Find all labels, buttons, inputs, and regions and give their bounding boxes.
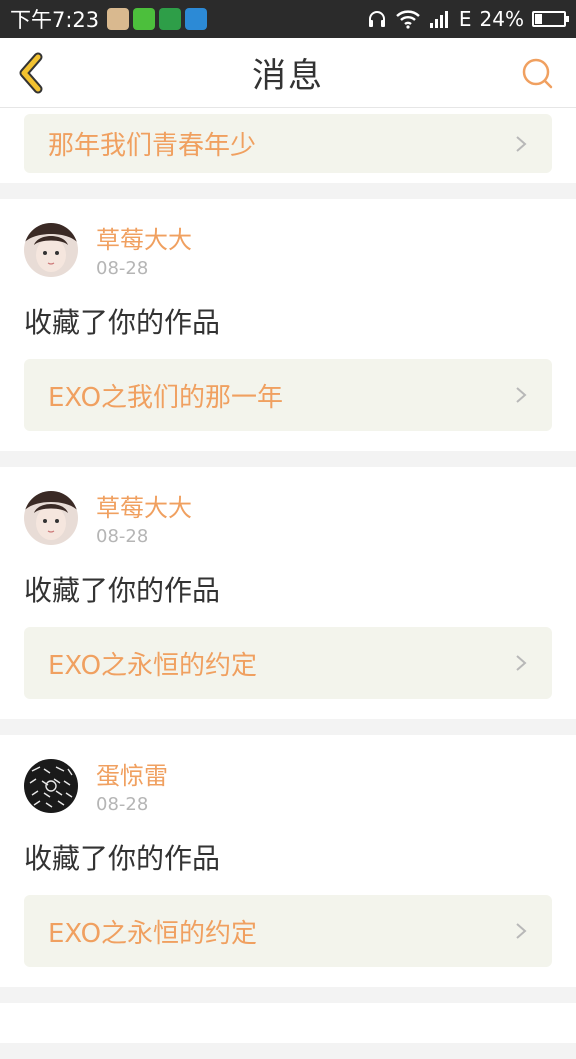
- user-name[interactable]: 草莓大大: [96, 493, 192, 523]
- signal-icon: [429, 11, 448, 28]
- work-link[interactable]: 那年我们青春年少: [24, 114, 552, 173]
- headphones-icon: [368, 11, 385, 27]
- search-icon: [522, 58, 553, 89]
- battery-icon: [532, 11, 569, 27]
- message-card: 那年我们青春年少: [0, 108, 576, 183]
- action-text: 收藏了你的作品: [24, 842, 221, 875]
- page-title: 消息: [252, 56, 324, 96]
- wifi-icon: [396, 10, 420, 29]
- user-name[interactable]: 草莓大大: [96, 225, 192, 255]
- status-indicators: E 24%: [367, 7, 569, 31]
- action-text: 收藏了你的作品: [24, 306, 221, 339]
- work-title: EXO之永恒的约定: [48, 650, 258, 681]
- message-card: 草莓大大 08-28 收藏了你的作品 EXO之我们的那一年: [0, 199, 576, 451]
- network-type: E: [458, 7, 472, 31]
- message-list: 那年我们青春年少 草莓大大 08-28 收藏了你的作品 EXO之我们的那一年 草…: [0, 108, 576, 1059]
- post-date: 08-28: [96, 258, 149, 279]
- user-meta: 草莓大大 08-28: [96, 489, 192, 549]
- action-text: 收藏了你的作品: [24, 574, 221, 607]
- top-nav-bar: 消息: [0, 38, 576, 108]
- work-link[interactable]: EXO之永恒的约定: [24, 627, 552, 699]
- message-card: [0, 1003, 576, 1043]
- work-link[interactable]: EXO之永恒的约定: [24, 895, 552, 967]
- message-card: 草莓大大 08-28 收藏了你的作品 EXO之永恒的约定: [0, 467, 576, 719]
- user-meta: 蛋惊雷 08-28: [96, 757, 168, 817]
- avatar[interactable]: [24, 223, 78, 277]
- work-link[interactable]: EXO之我们的那一年: [24, 359, 552, 431]
- chevron-left-icon: [19, 52, 43, 94]
- chevron-right-icon: [516, 135, 527, 152]
- work-title: 那年我们青春年少: [48, 131, 257, 161]
- status-time: 下午7:23: [10, 8, 100, 32]
- search-button[interactable]: [520, 56, 554, 90]
- security-notification-icon: [159, 8, 182, 30]
- notification-icons: [107, 8, 208, 30]
- avatar[interactable]: [24, 491, 78, 545]
- user-meta: 草莓大大 08-28: [96, 221, 192, 281]
- user-row: 草莓大大 08-28: [24, 221, 552, 283]
- work-title: EXO之永恒的约定: [48, 918, 258, 949]
- message-card: 蛋惊雷 08-28 收藏了你的作品 EXO之永恒的约定: [0, 735, 576, 987]
- user-row: 蛋惊雷 08-28: [24, 757, 552, 819]
- chevron-right-icon: [516, 923, 527, 939]
- work-title: EXO之我们的那一年: [48, 382, 284, 413]
- app-notification-icon: [107, 8, 130, 30]
- back-button[interactable]: [14, 52, 50, 94]
- message-notification-icon: [133, 8, 156, 30]
- chevron-right-icon: [516, 655, 527, 671]
- scan-notification-icon: [185, 8, 208, 30]
- chevron-right-icon: [516, 387, 527, 403]
- status-bar: 下午7:23 E 24%: [0, 0, 576, 38]
- avatar[interactable]: [24, 759, 78, 813]
- user-name[interactable]: 蛋惊雷: [96, 761, 168, 791]
- user-row: 草莓大大 08-28: [24, 489, 552, 551]
- post-date: 08-28: [96, 794, 149, 815]
- post-date: 08-28: [96, 526, 149, 547]
- battery-percent: 24%: [479, 7, 524, 31]
